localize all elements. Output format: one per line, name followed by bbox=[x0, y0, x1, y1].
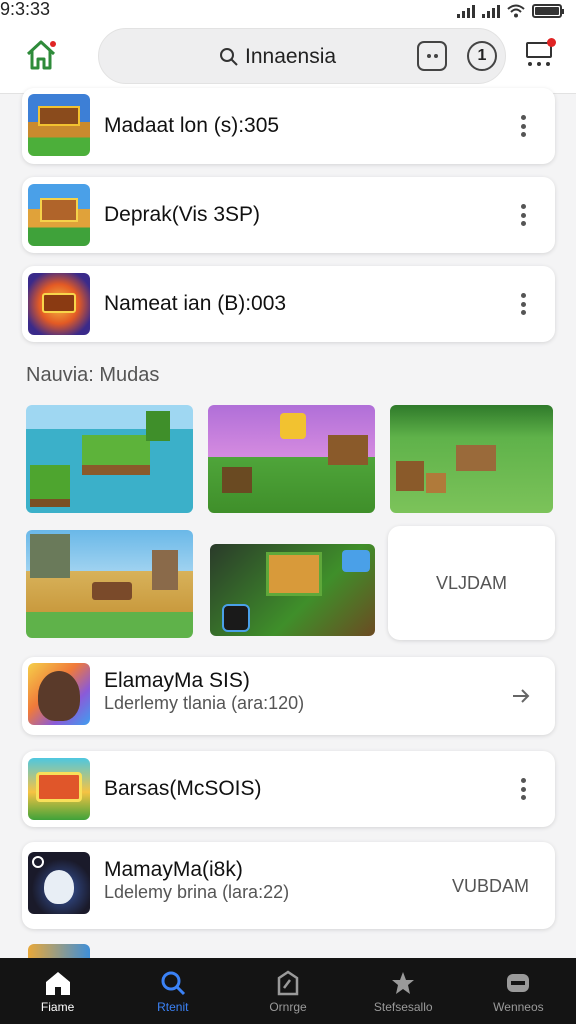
nav-item-games[interactable]: Wenneos bbox=[461, 958, 576, 1024]
nav-label: Stefsesallo bbox=[373, 1000, 433, 1014]
star-icon bbox=[392, 972, 415, 994]
list-item[interactable]: Nameat ian (B):003 bbox=[22, 266, 555, 342]
game-tile[interactable] bbox=[26, 530, 193, 638]
signal-icon bbox=[482, 4, 500, 18]
list-item[interactable]: Barsas(McSOIS) bbox=[22, 751, 555, 827]
list-item[interactable]: MamayMa(i8k) Ldelemy brina (lara:22) VUB… bbox=[22, 842, 555, 929]
status-icons bbox=[457, 4, 564, 18]
nav-label: Fiame bbox=[40, 1000, 75, 1014]
list-item-side-text: VUBDAM bbox=[451, 876, 529, 896]
game-tile[interactable] bbox=[390, 405, 553, 513]
nav-item-home[interactable]: Fiame bbox=[0, 958, 115, 1024]
game-tile[interactable] bbox=[26, 405, 193, 513]
list-item[interactable]: Madaat lon (s):305 bbox=[22, 88, 555, 164]
home-icon bbox=[26, 40, 56, 70]
section-title: Nauvia: Mudas bbox=[26, 364, 160, 386]
nav-item-search[interactable]: Rtenit bbox=[115, 958, 230, 1024]
bottom-nav: Fiame Rtenit Ornrge Stefsesallo Wenneos bbox=[0, 958, 576, 1024]
battery-icon bbox=[532, 4, 564, 18]
nav-label: Rtenit bbox=[157, 1000, 189, 1014]
home-icon bbox=[45, 972, 70, 995]
kebab-menu-icon[interactable] bbox=[515, 291, 531, 317]
game-tile[interactable] bbox=[208, 405, 375, 513]
list-item-peek bbox=[28, 944, 90, 958]
list-item-title: ElamayMa SIS) bbox=[104, 669, 250, 692]
list-item[interactable]: Deprak(Vis 3SP) bbox=[22, 177, 555, 253]
game-thumbnail-icon bbox=[28, 852, 90, 914]
cast-menu-button[interactable] bbox=[524, 38, 556, 74]
nav-label: Wenneos bbox=[493, 1000, 544, 1014]
app-bar: Innaensia 1 bbox=[0, 22, 576, 94]
controller-icon bbox=[507, 974, 530, 992]
notification-dot bbox=[547, 38, 556, 47]
nav-item-favorites[interactable]: Stefsesallo bbox=[346, 958, 461, 1024]
arrow-right-icon[interactable] bbox=[511, 686, 531, 706]
search-input[interactable]: Innaensia bbox=[245, 45, 336, 69]
game-thumbnail-icon bbox=[28, 94, 90, 156]
game-thumbnail-icon bbox=[28, 273, 90, 335]
list-item-title: Barsas(McSOIS) bbox=[104, 777, 262, 800]
nav-item-dashboard[interactable]: Ornrge bbox=[230, 958, 345, 1024]
list-item-title: Nameat ian (B):003 bbox=[104, 292, 287, 315]
list-item-subtitle: Lderlemy tlania (ara:120) bbox=[104, 693, 305, 713]
list-item-subtitle: Ldelemy brina (lara:22) bbox=[104, 882, 290, 902]
kebab-menu-icon[interactable] bbox=[515, 113, 531, 139]
list-item-title: MamayMa(i8k) bbox=[104, 858, 243, 881]
signal-icon bbox=[457, 4, 475, 18]
game-thumbnail-icon bbox=[28, 663, 90, 725]
chat-button[interactable] bbox=[417, 41, 447, 71]
kebab-menu-icon[interactable] bbox=[515, 776, 531, 802]
nav-label: Ornrge bbox=[269, 1000, 307, 1014]
game-thumbnail-icon bbox=[28, 758, 90, 820]
more-icon bbox=[528, 62, 550, 66]
status-bar: 9:3:33 bbox=[0, 0, 576, 22]
search-icon bbox=[220, 48, 238, 66]
search-bar[interactable]: Innaensia 1 bbox=[98, 28, 506, 84]
wifi-icon bbox=[507, 4, 525, 18]
notification-count[interactable]: 1 bbox=[467, 41, 497, 71]
list-item-title: Madaat lon (s):305 bbox=[104, 114, 280, 137]
home-button[interactable] bbox=[22, 36, 60, 74]
dashboard-icon bbox=[277, 970, 299, 996]
list-item[interactable]: ElamayMa SIS) Lderlemy tlania (ara:120) bbox=[22, 657, 555, 735]
list-item-title: Deprak(Vis 3SP) bbox=[104, 203, 261, 226]
text-tile[interactable]: VLJDAM bbox=[388, 526, 555, 640]
game-thumbnail-icon bbox=[28, 184, 90, 246]
status-time: 9:3:33 bbox=[0, 0, 51, 19]
kebab-menu-icon[interactable] bbox=[515, 202, 531, 228]
search-icon bbox=[161, 971, 185, 996]
game-tile[interactable] bbox=[210, 544, 375, 636]
